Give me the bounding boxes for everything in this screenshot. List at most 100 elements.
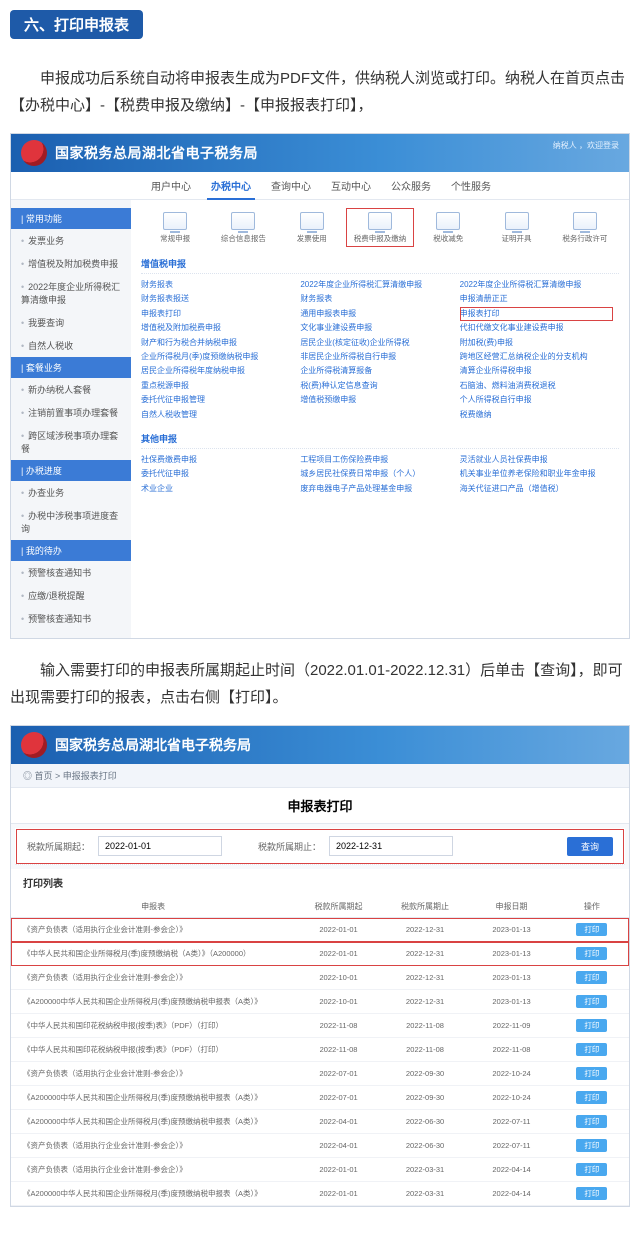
- table-cell: 2022-12-31: [382, 990, 469, 1014]
- module-tile[interactable]: 综合信息报告: [209, 208, 277, 247]
- module-tile[interactable]: 税收减免: [414, 208, 482, 247]
- portal-link[interactable]: 文化事业建设费申报: [300, 321, 453, 335]
- portal-link[interactable]: 委托代征申报管理: [141, 393, 294, 407]
- screenshot-print-page: 国家税务总局湖北省电子税务局 ◎ 首页 > 申报报表打印 申报表打印 税款所属期…: [10, 725, 630, 1207]
- table-cell: 2022-07-01: [295, 1086, 382, 1110]
- portal-link[interactable]: 代扣代缴文化事业建设费申报: [460, 321, 613, 335]
- portal-link[interactable]: 废弃电器电子产品处理基金申报: [300, 482, 453, 496]
- portal-title: 国家税务总局湖北省电子税务局: [55, 735, 251, 755]
- portal-link[interactable]: 跨地区经营汇总纳税企业的分支机构: [460, 350, 613, 364]
- module-icon-row: 常规申报综合信息报告发票使用税费申报及缴纳税收减免证明开具税务行政许可: [141, 208, 619, 247]
- portal-link[interactable]: 非居民企业所得税自行申报: [300, 350, 453, 364]
- portal-link[interactable]: 社保费缴费申报: [141, 453, 294, 467]
- sidebar-item[interactable]: 预警核查通知书: [11, 561, 131, 584]
- print-button[interactable]: 打印: [576, 1091, 607, 1104]
- portal-link[interactable]: 居民企业(核定征收)企业所得税: [300, 336, 453, 350]
- portal-link[interactable]: 附加税(费)申报: [460, 336, 613, 350]
- print-button[interactable]: 打印: [576, 1187, 607, 1200]
- module-label: 税务行政许可: [553, 234, 617, 243]
- table-row: 《资产负债表（适用执行企业会计准则-参会企）》2022-04-012022-06…: [11, 1134, 629, 1158]
- portal-link[interactable]: 居民企业所得税年度纳税申报: [141, 364, 294, 378]
- portal-link[interactable]: 城乡居民社保费日常申报（个人）: [300, 467, 453, 481]
- print-button[interactable]: 打印: [576, 1163, 607, 1176]
- portal-link[interactable]: 灵活就业人员社保费申报: [460, 453, 613, 467]
- portal-link[interactable]: 企业所得税月(季)度预缴纳税申报: [141, 350, 294, 364]
- sidebar-item[interactable]: 我要查询: [11, 311, 131, 334]
- portal-link[interactable]: 石脑油、燃料油消费税退税: [460, 379, 613, 393]
- portal-link[interactable]: 重点税源申报: [141, 379, 294, 393]
- portal-link[interactable]: 海关代征进口产品（增值税）: [460, 482, 613, 496]
- sidebar-item[interactable]: 新办纳税人套餐: [11, 378, 131, 401]
- sidebar-item[interactable]: 2022年度企业所得税汇算清缴申报: [11, 275, 131, 311]
- top-tab[interactable]: 个性服务: [441, 172, 501, 199]
- portal-link[interactable]: 自然人税收管理: [141, 408, 294, 422]
- portal-link[interactable]: 术业企业: [141, 482, 294, 496]
- to-date-input[interactable]: [329, 836, 453, 856]
- portal-link[interactable]: 清算企业所得税申报: [460, 364, 613, 378]
- report-name-cell: 《中华人民共和国印花税纳税申报(按季)表》（PDF）（打印）: [11, 1014, 295, 1038]
- sidebar-item[interactable]: 办税中涉税事项进度查询: [11, 504, 131, 540]
- portal-link[interactable]: 税费缴纳: [460, 408, 613, 422]
- print-button[interactable]: 打印: [576, 995, 607, 1008]
- sidebar-item[interactable]: 预警核查通知书: [11, 607, 131, 630]
- sidebar-item[interactable]: 自然人税收: [11, 334, 131, 357]
- report-name-cell: 《A200000中华人民共和国企业所得税月(季)度预缴纳税申报表（A类）》: [11, 1182, 295, 1206]
- module-tile[interactable]: 税务行政许可: [551, 208, 619, 247]
- portal-link[interactable]: 申报表打印: [141, 307, 294, 321]
- top-tab[interactable]: 公众服务: [381, 172, 441, 199]
- table-cell: 2022-09-30: [382, 1062, 469, 1086]
- table-row: 《A200000中华人民共和国企业所得税月(季)度预缴纳税申报表（A类）》202…: [11, 1182, 629, 1206]
- portal-link[interactable]: 个人所得税自行申报: [460, 393, 613, 407]
- print-button[interactable]: 打印: [576, 971, 607, 984]
- table-cell: 2022-10-24: [468, 1086, 555, 1110]
- portal-link[interactable]: 申报清册正正: [460, 292, 613, 306]
- tax-emblem-icon: [21, 732, 47, 758]
- portal-link[interactable]: 2022年度企业所得税汇算清缴申报: [300, 278, 453, 292]
- sidebar-item[interactable]: 注销前置事项办理套餐: [11, 401, 131, 424]
- portal-link[interactable]: 税(费)种认定信息查询: [300, 379, 453, 393]
- sidebar-group-header: | 办税进度: [11, 460, 131, 481]
- sidebar-item[interactable]: 办查业务: [11, 481, 131, 504]
- top-tab[interactable]: 互动中心: [321, 172, 381, 199]
- portal-link[interactable]: 2022年度企业所得税汇算清缴申报: [460, 278, 613, 292]
- left-sidebar: | 常用功能发票业务增值税及附加税费申报2022年度企业所得税汇算清缴申报我要查…: [11, 200, 131, 638]
- portal-link[interactable]: 财务报表: [300, 292, 453, 306]
- portal-link[interactable]: 委托代征申报: [141, 467, 294, 481]
- link-section-title-b: 其他申报: [141, 432, 619, 449]
- print-button[interactable]: 打印: [576, 1019, 607, 1032]
- module-tile[interactable]: 常规申报: [141, 208, 209, 247]
- from-date-input[interactable]: [98, 836, 222, 856]
- welcome-text: 纳税人 ，欢迎登录: [553, 140, 619, 151]
- top-tab[interactable]: 办税中心: [201, 172, 261, 199]
- portal-link[interactable]: 财务报表: [141, 278, 294, 292]
- sidebar-item[interactable]: 应缴/退税提醒: [11, 584, 131, 607]
- query-button[interactable]: 查询: [567, 837, 613, 856]
- print-button[interactable]: 打印: [576, 1067, 607, 1080]
- sidebar-item[interactable]: 增值税及附加税费申报: [11, 252, 131, 275]
- print-button[interactable]: 打印: [576, 1139, 607, 1152]
- print-button[interactable]: 打印: [576, 1043, 607, 1056]
- print-button[interactable]: 打印: [576, 947, 607, 960]
- table-cell: 2022-06-30: [382, 1134, 469, 1158]
- table-header-cell: 申报日期: [468, 896, 555, 918]
- top-tab[interactable]: 用户中心: [141, 172, 201, 199]
- portal-link[interactable]: 财务报表报送: [141, 292, 294, 306]
- portal-link[interactable]: 工程项目工伤保险费申报: [300, 453, 453, 467]
- table-row: 《资产负债表（适用执行企业会计准则-参会企）》2022-07-012022-09…: [11, 1062, 629, 1086]
- module-tile[interactable]: 发票使用: [278, 208, 346, 247]
- module-tile[interactable]: 税费申报及缴纳: [346, 208, 414, 247]
- sidebar-item[interactable]: 发票业务: [11, 229, 131, 252]
- date-filter-bar: 税款所属期起： 税款所属期止： 查询: [15, 828, 625, 865]
- sidebar-item[interactable]: 跨区域涉税事项办理套餐: [11, 424, 131, 460]
- top-tab[interactable]: 查询中心: [261, 172, 321, 199]
- portal-link[interactable]: 增值税及附加税费申报: [141, 321, 294, 335]
- portal-link[interactable]: 机关事业单位养老保险和职业年金申报: [460, 467, 613, 481]
- module-tile[interactable]: 证明开具: [482, 208, 550, 247]
- portal-link[interactable]: 通用申报表申报: [300, 307, 453, 321]
- portal-link[interactable]: 企业所得税清算报备: [300, 364, 453, 378]
- portal-link[interactable]: 增值税预缴申报: [300, 393, 453, 407]
- print-button[interactable]: 打印: [576, 923, 607, 936]
- portal-link[interactable]: 申报表打印: [460, 307, 613, 321]
- print-button[interactable]: 打印: [576, 1115, 607, 1128]
- portal-link[interactable]: 财产和行为税合并纳税申报: [141, 336, 294, 350]
